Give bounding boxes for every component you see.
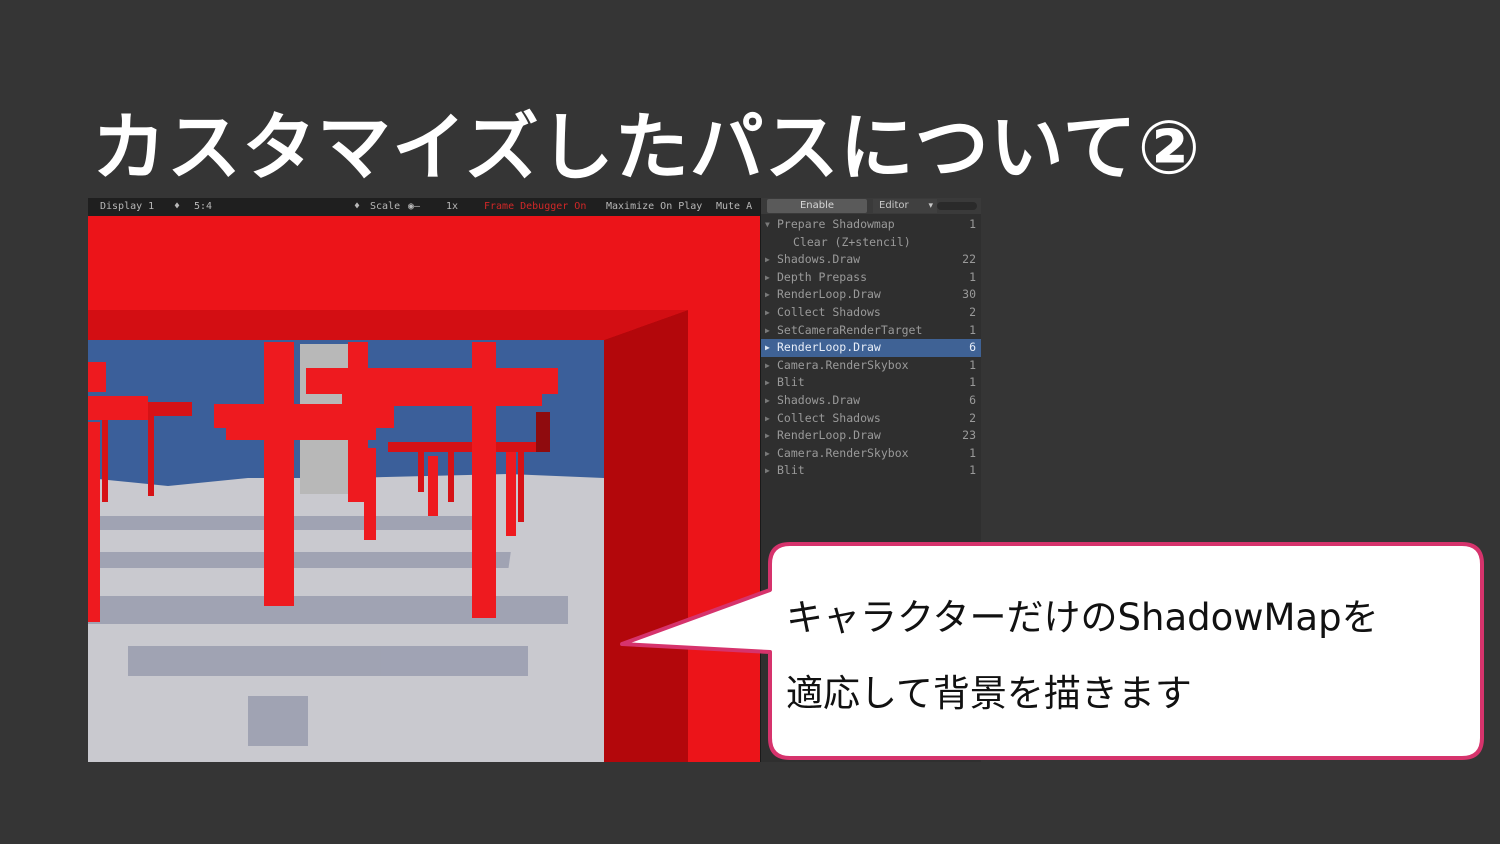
event-row[interactable]: ▶ Collect Shadows 2: [761, 410, 981, 428]
mute-audio-toggle[interactable]: Mute A: [716, 198, 752, 216]
event-row[interactable]: ▶ Camera.RenderSkybox 1: [761, 445, 981, 463]
event-row[interactable]: ▶ RenderLoop.Draw 30: [761, 286, 981, 304]
triangle-right-icon[interactable]: ▶: [765, 427, 770, 445]
event-count: 1: [969, 217, 976, 231]
event-count: 6: [969, 392, 976, 407]
event-label: Camera.RenderSkybox: [777, 357, 909, 372]
triangle-down-icon[interactable]: ▼: [765, 216, 770, 234]
event-row[interactable]: ▶ Camera.RenderSkybox 1: [761, 357, 981, 375]
triangle-right-icon[interactable]: ▶: [765, 410, 770, 428]
event-label: Camera.RenderSkybox: [777, 445, 909, 460]
scale-label: Scale: [370, 201, 401, 212]
event-label: Depth Prepass: [777, 269, 868, 284]
triangle-right-icon[interactable]: ▶: [765, 322, 770, 340]
event-label: RenderLoop.Draw: [777, 428, 881, 443]
speech-bubble-callout: キャラクターだけのShadowMapを 適応して背景を描きます: [620, 540, 1484, 762]
event-label: Prepare Shadowmap: [777, 217, 895, 231]
chevron-down-icon: ▾: [928, 201, 933, 211]
event-search-input[interactable]: [937, 202, 977, 210]
event-count: 6: [969, 340, 976, 355]
frame-debugger-toolbar: Enable Editor ▾: [761, 198, 981, 214]
target-dropdown[interactable]: Editor ▾: [873, 199, 937, 213]
callout-text: キャラクターだけのShadowMapを 適応して背景を描きます: [786, 580, 1466, 732]
triangle-right-icon[interactable]: ▶: [765, 286, 770, 304]
triangle-right-icon[interactable]: ▶: [765, 462, 770, 480]
event-row[interactable]: ▶ Blit 1: [761, 374, 981, 392]
event-list: ▼ Prepare Shadowmap 1 Clear (Z+stencil) ▶ Sha…: [761, 214, 981, 480]
triangle-right-icon[interactable]: ▶: [765, 357, 770, 375]
event-row[interactable]: Clear (Z+stencil): [761, 234, 981, 252]
maximize-on-play-toggle[interactable]: Maximize On Play: [606, 198, 702, 216]
event-row[interactable]: ▶ RenderLoop.Draw 6: [761, 339, 981, 357]
event-label: RenderLoop.Draw: [777, 287, 881, 302]
triangle-right-icon[interactable]: ▶: [765, 269, 770, 287]
event-label: RenderLoop.Draw: [777, 340, 881, 355]
event-label: Collect Shadows: [777, 410, 881, 425]
event-count: 1: [969, 375, 976, 390]
event-row[interactable]: ▼ Prepare Shadowmap 1: [761, 216, 981, 234]
event-label: Shadows.Draw: [777, 252, 861, 267]
event-label: Blit: [777, 463, 805, 478]
event-row[interactable]: ▶ SetCameraRenderTarget 1: [761, 322, 981, 340]
frame-debugger-status: Frame Debugger On: [484, 201, 587, 212]
game-view-toolbar: Display 1 ♦ 5:4 ♦ Scale ◉— 1x Frame Debu…: [88, 198, 760, 216]
event-row[interactable]: ▶ Collect Shadows 2: [761, 304, 981, 322]
event-row[interactable]: ▶ Shadows.Draw 22: [761, 251, 981, 269]
event-count: 30: [962, 287, 976, 302]
event-label: Shadows.Draw: [777, 392, 861, 407]
event-count: 1: [969, 269, 976, 284]
event-count: 1: [969, 322, 976, 337]
aspect-chevron-icon: ♦: [354, 201, 361, 212]
event-count: 2: [969, 304, 976, 319]
event-label: SetCameraRenderTarget: [777, 322, 923, 337]
event-label: Collect Shadows: [777, 304, 881, 319]
callout-line-1: キャラクターだけのShadowMapを: [786, 596, 1379, 639]
target-label: Editor: [879, 200, 909, 211]
enable-button[interactable]: Enable: [767, 199, 867, 213]
triangle-right-icon[interactable]: ▶: [765, 392, 770, 410]
triangle-right-icon[interactable]: ▶: [765, 339, 770, 357]
event-count: 1: [969, 463, 976, 478]
display-chevron-icon: ♦: [174, 201, 181, 212]
triangle-right-icon[interactable]: ▶: [765, 445, 770, 463]
display-dropdown[interactable]: Display 1: [100, 198, 154, 216]
event-label: Blit: [777, 375, 805, 390]
event-count: 23: [962, 428, 976, 443]
event-row[interactable]: ▶ Blit 1: [761, 462, 981, 480]
event-row[interactable]: ▶ RenderLoop.Draw 23: [761, 427, 981, 445]
event-row[interactable]: ▶ Shadows.Draw 6: [761, 392, 981, 410]
event-count: 1: [969, 357, 976, 372]
aspect-dropdown[interactable]: 5:4: [194, 198, 212, 216]
scale-value: 1x: [446, 201, 459, 212]
triangle-right-icon[interactable]: ▶: [765, 374, 770, 392]
event-label: Clear (Z+stencil): [793, 234, 911, 249]
event-count: 1: [969, 445, 976, 460]
event-row[interactable]: ▶ Depth Prepass 1: [761, 269, 981, 287]
triangle-right-icon[interactable]: ▶: [765, 251, 770, 269]
event-count: 22: [962, 252, 976, 267]
triangle-right-icon[interactable]: ▶: [765, 304, 770, 322]
slide-title: カスタマイズしたパスについて②: [92, 105, 1202, 191]
scale-slider[interactable]: ◉—: [408, 198, 420, 216]
event-count: 2: [969, 410, 976, 425]
callout-line-2: 適応して背景を描きます: [786, 672, 1192, 715]
